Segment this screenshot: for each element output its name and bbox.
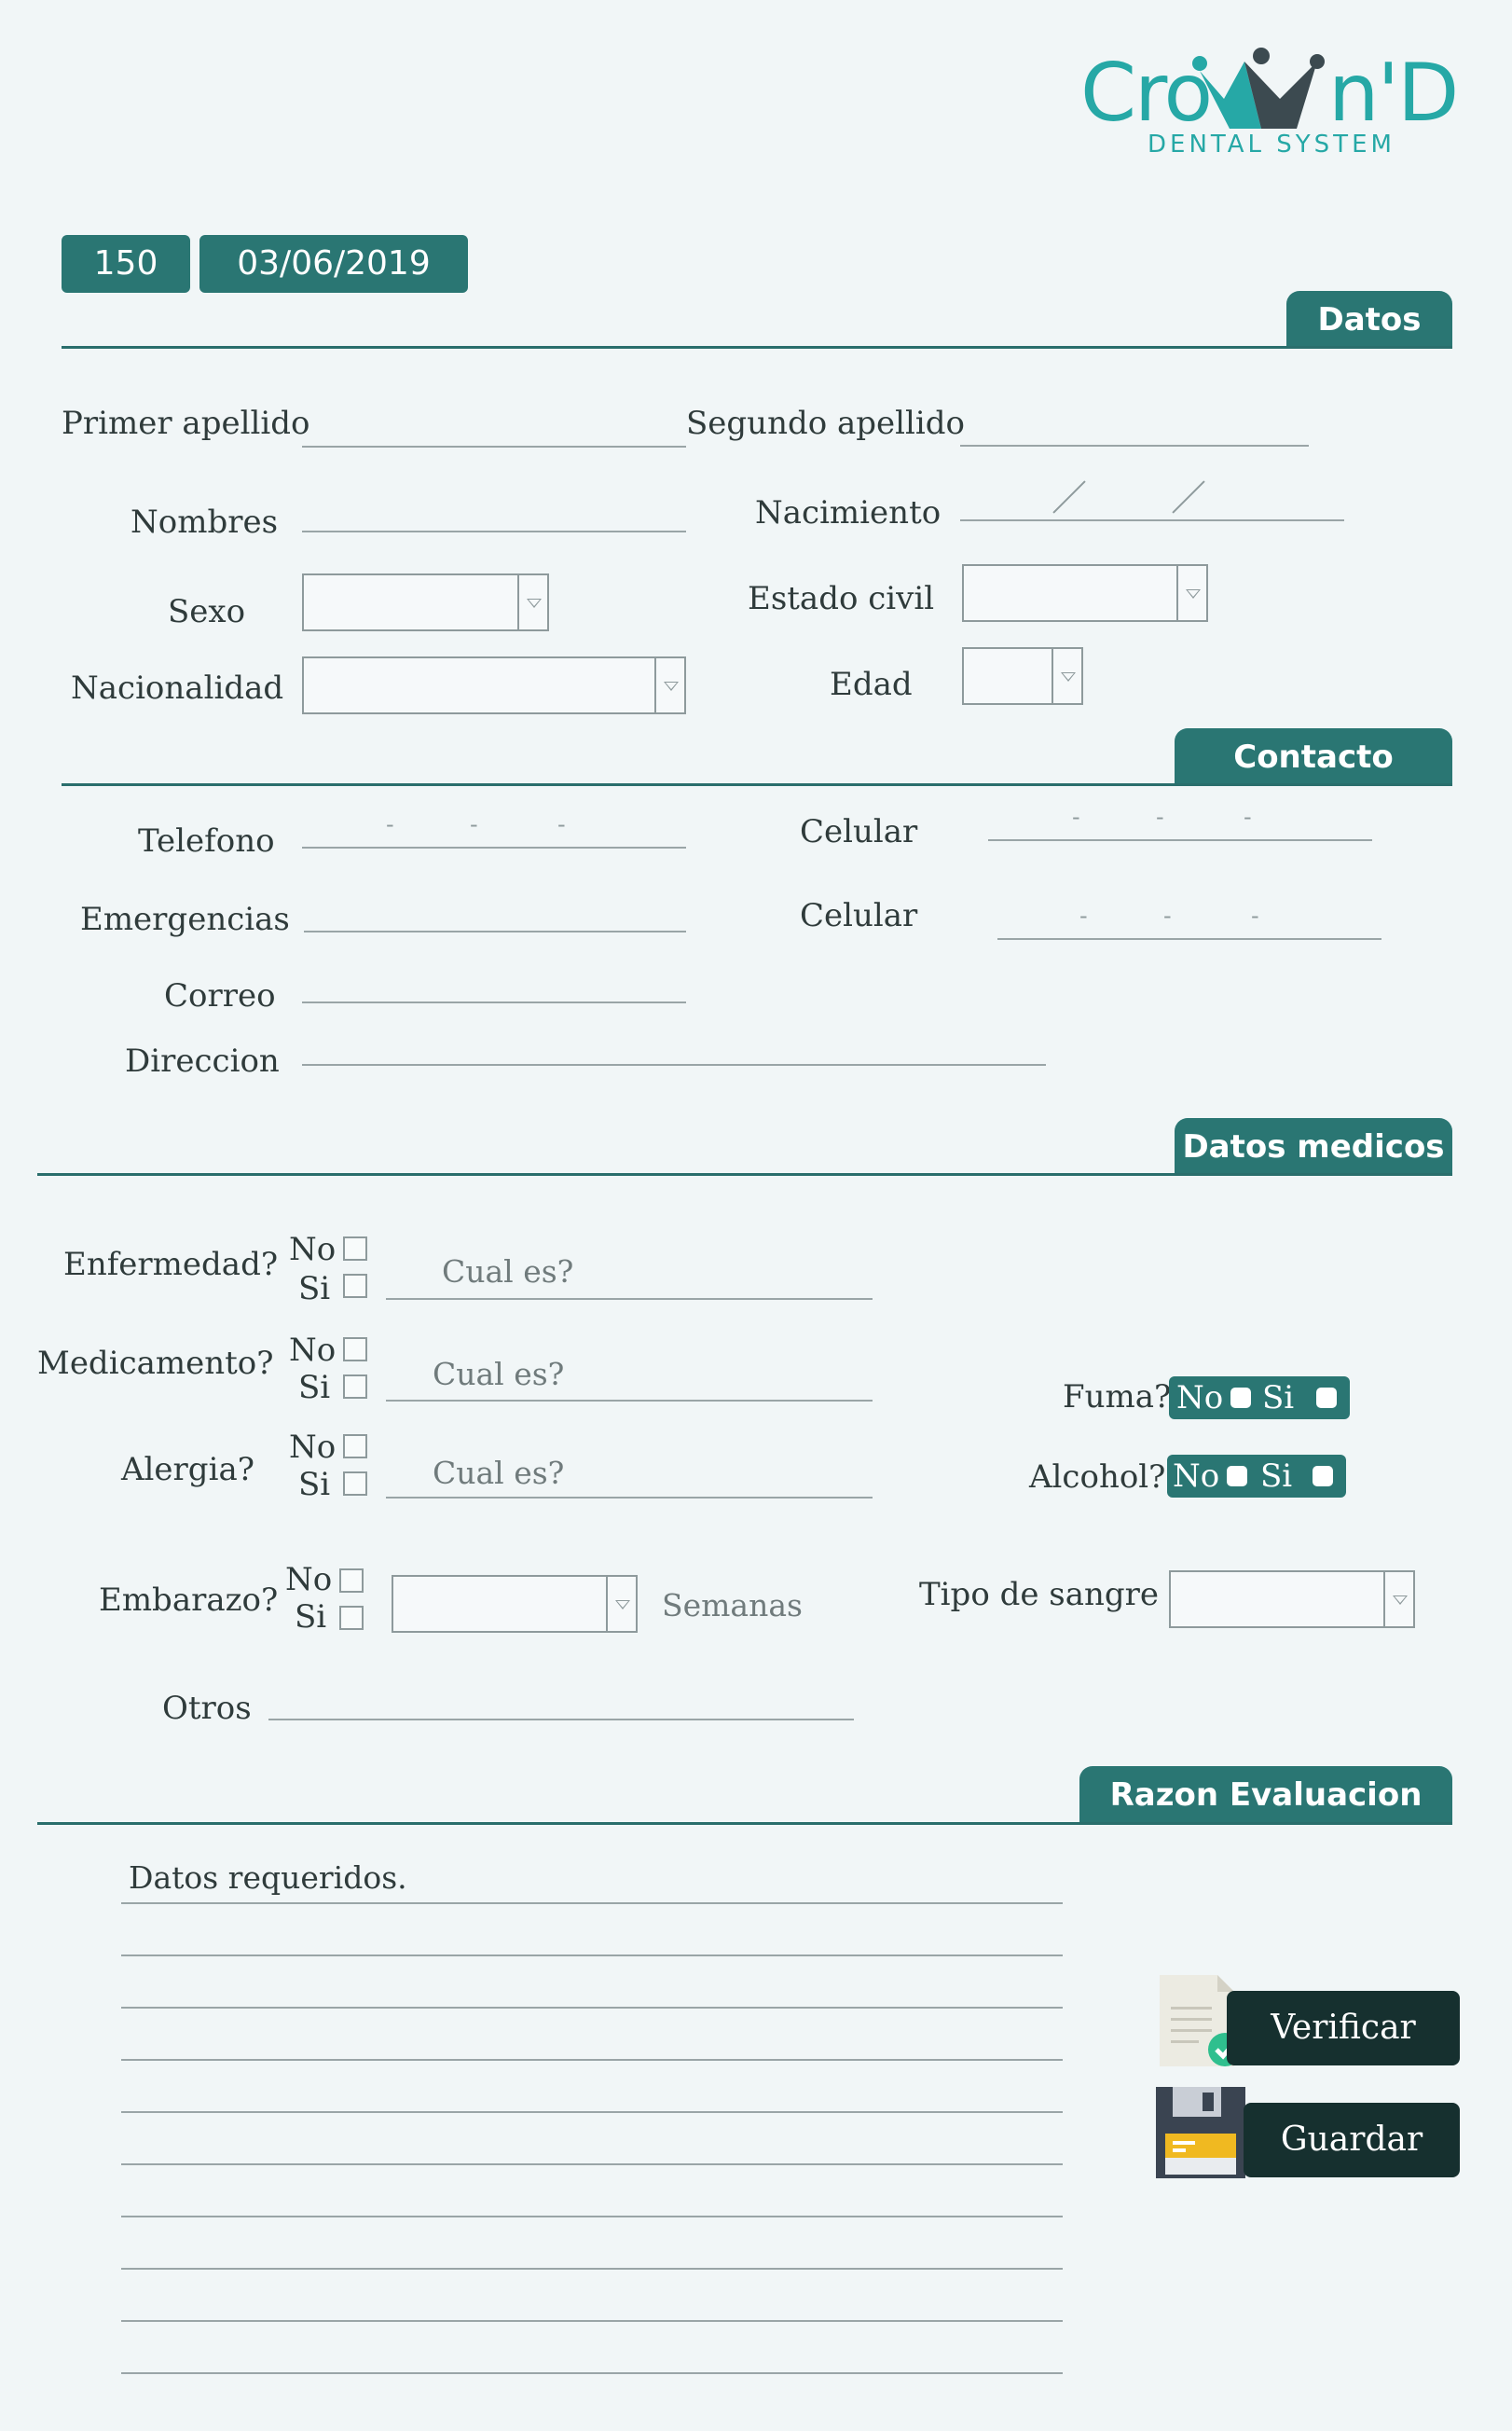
label-estado-civil: Estado civil — [748, 580, 935, 617]
enfermedad-si-checkbox[interactable] — [343, 1274, 367, 1298]
label-alergia-no: No — [289, 1429, 337, 1466]
date-badge: 03/06/2019 — [199, 235, 468, 293]
section-divider-datos — [62, 346, 1452, 349]
label-alergia-si: Si — [298, 1466, 331, 1503]
label-sexo: Sexo — [168, 593, 246, 630]
tab-contacto: Contacto — [1175, 728, 1452, 786]
section-divider-razon — [37, 1822, 1452, 1825]
label-primer-apellido: Primer apellido — [62, 405, 310, 442]
section-divider-contacto — [62, 783, 1452, 786]
label-direccion: Direccion — [125, 1043, 280, 1080]
alcohol-si-label: Si — [1260, 1457, 1293, 1495]
embarazo-si-checkbox[interactable] — [339, 1606, 364, 1630]
label-enfermedad-no: No — [289, 1231, 337, 1268]
enfermedad-cual-placeholder: Cual es? — [442, 1253, 574, 1290]
guardar-button[interactable]: Guardar — [1156, 2087, 1460, 2180]
label-embarazo-no: No — [285, 1561, 333, 1598]
label-medicamento-si: Si — [298, 1369, 331, 1406]
tab-razon-evaluacion: Razon Evaluacion — [1079, 1766, 1452, 1824]
verificar-label: Verificar — [1227, 1991, 1460, 2065]
fuma-no-label: No — [1176, 1379, 1224, 1416]
chevron-down-icon — [654, 658, 684, 712]
fuma-toggle[interactable]: No Si — [1169, 1376, 1350, 1419]
label-enfermedad: Enfermedad? — [63, 1246, 279, 1283]
logo-text-part2: n'D — [1328, 47, 1459, 140]
celular-1-input[interactable]: - - - — [988, 804, 1372, 841]
logo-tagline: DENTAL SYSTEM — [1148, 131, 1395, 159]
fuma-si-checkbox[interactable] — [1316, 1388, 1337, 1408]
label-alcohol: Alcohol? — [1029, 1458, 1166, 1496]
medicamento-si-checkbox[interactable] — [343, 1374, 367, 1399]
celular-2-input[interactable]: - - - — [997, 903, 1381, 940]
label-semanas: Semanas — [662, 1587, 803, 1623]
alergia-cual-placeholder: Cual es? — [433, 1455, 565, 1491]
edad-select[interactable] — [962, 647, 1083, 705]
logo: Cro n'D DENTAL SYSTEM — [1077, 37, 1459, 168]
alcohol-no-checkbox[interactable] — [1227, 1466, 1247, 1486]
label-celular-1: Celular — [800, 813, 918, 850]
nacimiento-date-input[interactable] — [960, 471, 1344, 521]
crown-icon — [1192, 48, 1325, 129]
floppy-disk-icon — [1156, 2087, 1245, 2178]
section-divider-datos-medicos — [37, 1173, 1452, 1176]
chevron-down-icon — [1176, 566, 1206, 620]
label-emergencias: Emergencias — [80, 901, 290, 938]
fuma-si-label: Si — [1262, 1379, 1295, 1416]
medicamento-cual-input[interactable] — [386, 1400, 873, 1402]
label-embarazo-si: Si — [295, 1598, 327, 1636]
alergia-no-checkbox[interactable] — [343, 1434, 367, 1458]
alcohol-toggle[interactable]: No Si — [1167, 1455, 1346, 1498]
alcohol-si-checkbox[interactable] — [1313, 1466, 1333, 1486]
medicamento-no-checkbox[interactable] — [343, 1337, 367, 1361]
label-nacimiento: Nacimiento — [755, 494, 942, 532]
alergia-cual-input[interactable] — [386, 1497, 873, 1499]
medicamento-cual-placeholder: Cual es? — [433, 1356, 565, 1392]
razon-evaluacion-textarea[interactable]: Datos requeridos. — [121, 1856, 1063, 2378]
nombres-input[interactable] — [302, 531, 686, 532]
enfermedad-no-checkbox[interactable] — [343, 1236, 367, 1261]
direccion-input[interactable] — [302, 1064, 1046, 1066]
tipo-sangre-select[interactable] — [1169, 1570, 1415, 1628]
label-otros: Otros — [162, 1690, 252, 1727]
estado-civil-select[interactable] — [962, 564, 1208, 622]
primer-apellido-input[interactable] — [302, 446, 686, 448]
chevron-down-icon — [1052, 649, 1081, 703]
label-edad: Edad — [830, 666, 913, 703]
enfermedad-cual-input[interactable] — [386, 1298, 873, 1300]
label-embarazo: Embarazo? — [99, 1582, 279, 1619]
label-tipo-sangre: Tipo de sangre — [919, 1576, 1160, 1613]
label-segundo-apellido: Segundo apellido — [686, 405, 966, 442]
correo-input[interactable] — [302, 1001, 686, 1003]
label-medicamento-no: No — [289, 1332, 337, 1369]
embarazo-no-checkbox[interactable] — [339, 1568, 364, 1593]
chevron-down-icon — [517, 575, 547, 629]
nacionalidad-select[interactable] — [302, 656, 686, 714]
sexo-select[interactable] — [302, 573, 549, 631]
tab-datos: Datos — [1286, 291, 1452, 349]
razon-first-line: Datos requeridos. — [129, 1859, 407, 1896]
semanas-select[interactable] — [392, 1575, 638, 1633]
chevron-down-icon — [606, 1577, 636, 1631]
label-celular-2: Celular — [800, 897, 918, 934]
record-number-badge: 150 — [62, 235, 190, 293]
alcohol-no-label: No — [1173, 1457, 1220, 1495]
telefono-input[interactable]: - - - — [302, 811, 686, 849]
verificar-button[interactable]: Verificar — [1156, 1975, 1460, 2068]
emergencias-input[interactable] — [304, 931, 686, 932]
chevron-down-icon — [1383, 1572, 1413, 1626]
otros-input[interactable] — [268, 1719, 854, 1720]
fuma-no-checkbox[interactable] — [1230, 1388, 1251, 1408]
label-telefono: Telefono — [138, 822, 275, 860]
label-nombres: Nombres — [131, 504, 279, 541]
label-medicamento: Medicamento? — [37, 1345, 274, 1382]
guardar-label: Guardar — [1244, 2103, 1460, 2177]
segundo-apellido-input[interactable] — [960, 445, 1309, 447]
label-fuma: Fuma? — [1063, 1378, 1172, 1416]
tab-datos-medicos: Datos medicos — [1175, 1118, 1452, 1176]
label-alergia: Alergia? — [121, 1451, 254, 1488]
label-correo: Correo — [164, 977, 276, 1015]
alergia-si-checkbox[interactable] — [343, 1471, 367, 1496]
label-enfermedad-si: Si — [298, 1270, 331, 1307]
label-nacionalidad: Nacionalidad — [71, 670, 284, 707]
